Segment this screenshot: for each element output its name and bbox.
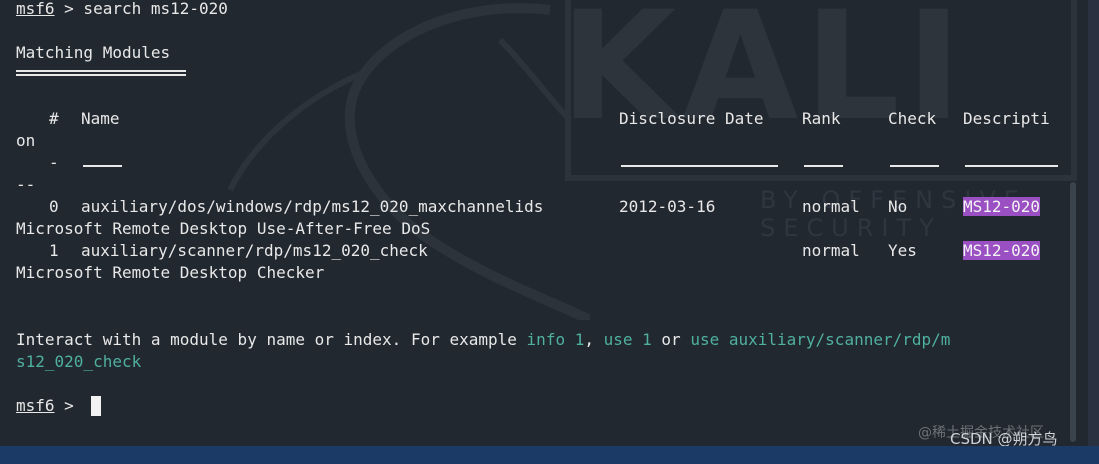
matching-modules-heading: Matching Modules (16, 43, 171, 62)
interact-sep1: , (584, 330, 604, 349)
row-name: auxiliary/scanner/rdp/ms12_020_check (81, 241, 428, 260)
row-date: 2012-03-16 (619, 197, 716, 216)
command-text: > search ms12-020 (54, 0, 228, 18)
col-header-rank: Rank (802, 109, 841, 128)
interact-prefix: Interact with a module by name or index.… (16, 330, 527, 349)
row-num: 0 (49, 197, 59, 216)
row-desc-wrap: Microsoft Remote Desktop Checker (16, 263, 325, 282)
shell-name: msf6 (16, 396, 55, 415)
prompt-symbol: > (54, 396, 84, 415)
heading-underline (16, 70, 186, 76)
col-header-num: # (49, 109, 59, 128)
dash-desc (965, 165, 1058, 167)
row-desc-highlight: MS12-020 (963, 197, 1041, 216)
col-header-check: Check (888, 109, 937, 128)
dash-name (83, 165, 122, 167)
interact-hint: Interact with a module by name or index.… (16, 329, 950, 351)
text-cursor (91, 396, 101, 416)
dash-rank (804, 165, 843, 167)
dash-date (621, 165, 778, 167)
row-desc-highlight: MS12-020 (963, 241, 1041, 260)
row-rank: normal (802, 197, 860, 216)
watermark-main: KALI (560, 0, 968, 154)
row-rank: normal (802, 241, 860, 260)
col-header-desc: Descripti (963, 109, 1050, 128)
example-use-module-link-wrap[interactable]: s12_020_check (16, 351, 141, 373)
window-right-edge (1088, 0, 1099, 446)
vertical-scrollbar[interactable] (1070, 182, 1076, 442)
row-desc-wrap: Microsoft Remote Desktop Use-After-Free … (16, 219, 431, 238)
taskbar-strip (0, 446, 1099, 464)
example-use-link[interactable]: use 1 (604, 330, 652, 349)
terminal-window[interactable]: KALI BY OFFENSIVE SECURITY msf6 > search… (0, 0, 1088, 446)
dash-num: - (49, 153, 59, 172)
row-name: auxiliary/dos/windows/rdp/ms12_020_maxch… (81, 197, 544, 216)
col-header-name: Name (81, 109, 120, 128)
row-desc: MS12-020 (963, 240, 1041, 262)
row-desc: MS12-020 (963, 196, 1041, 218)
row-check: No (888, 197, 908, 216)
row-num: 1 (49, 241, 59, 260)
dash-check (890, 165, 939, 167)
example-use-module-link[interactable]: use auxiliary/scanner/rdp/m (690, 330, 950, 349)
csdn-watermark: CSDN @朔方鸟 (950, 430, 1058, 446)
row-check: Yes (888, 241, 917, 260)
col-header-desc-wrap: on (16, 131, 36, 150)
dash-wrap: -- (16, 175, 36, 194)
col-header-date: Disclosure Date (619, 109, 764, 128)
shell-name: msf6 (16, 0, 55, 18)
interact-sep2: or (651, 330, 691, 349)
example-info-link[interactable]: info 1 (527, 330, 585, 349)
prompt-line-1: msf6 > search ms12-020 (16, 0, 228, 20)
prompt-line-2[interactable]: msf6 > (16, 395, 83, 417)
